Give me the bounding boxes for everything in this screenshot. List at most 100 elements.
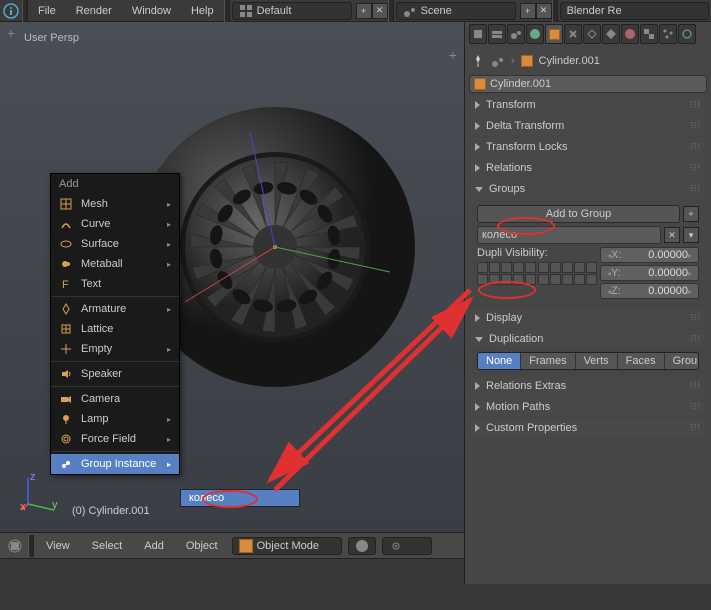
pivot-dropdown[interactable] <box>382 537 432 555</box>
viewport-header: View Select Add Object Object Mode <box>0 532 464 558</box>
menu-file[interactable]: File <box>28 0 66 22</box>
viewport-expand-icon[interactable]: + <box>446 48 460 62</box>
panel-groups[interactable]: Groups፧፧፧ <box>471 180 705 198</box>
object-name-value: Cylinder.001 <box>490 78 551 90</box>
editor-type-icon[interactable] <box>4 535 26 557</box>
dup-tab-verts[interactable]: Verts <box>576 353 618 369</box>
layout-remove-button[interactable]: ✕ <box>372 3 388 19</box>
timeline-placeholder <box>0 558 464 584</box>
add-camera[interactable]: Camera <box>51 389 179 409</box>
breadcrumb: › Cylinder.001 <box>469 50 707 72</box>
add-surface[interactable]: Surface▸ <box>51 234 179 254</box>
dup-tab-frames[interactable]: Frames <box>521 353 575 369</box>
vp-menu-add[interactable]: Add <box>134 535 174 557</box>
submenu-label: колесо <box>189 492 224 504</box>
add-group-instance[interactable]: Group Instance▸ <box>51 454 179 474</box>
svg-text:y: y <box>52 499 58 511</box>
tab-particles-icon[interactable] <box>659 24 677 44</box>
add-empty[interactable]: Empty▸ <box>51 339 179 359</box>
dup-tab-none[interactable]: None <box>478 353 521 369</box>
add-force-field[interactable]: Force Field▸ <box>51 429 179 449</box>
cube-icon <box>239 539 253 553</box>
group-name-field[interactable]: колесо <box>477 226 661 244</box>
unlink-group-button[interactable]: ✕ <box>664 227 680 243</box>
object-name-field[interactable]: Cylinder.001 <box>469 75 707 93</box>
viewport-expand-icon[interactable]: + <box>4 26 18 40</box>
add-group-plus-button[interactable]: + <box>683 206 699 222</box>
engine-dropdown[interactable]: Blender Re <box>560 2 709 20</box>
group-instance-submenu-item[interactable]: колесо <box>180 489 300 507</box>
pin-icon[interactable] <box>471 54 485 68</box>
layout-add-button[interactable]: + <box>356 3 372 19</box>
add-metaball[interactable]: Metaball▸ <box>51 254 179 274</box>
top-menu-bar: File Render Window Help Default +✕ Scene… <box>0 0 711 22</box>
tab-data-icon[interactable] <box>602 24 620 44</box>
add-armature[interactable]: Armature▸ <box>51 299 179 319</box>
scene-icon <box>491 54 505 68</box>
dup-tab-group[interactable]: Group <box>665 353 699 369</box>
tab-scene-icon[interactable] <box>507 24 525 44</box>
tab-physics-icon[interactable] <box>678 24 696 44</box>
duplication-tabs: None Frames Verts Faces Group <box>477 352 699 370</box>
scene-remove-button[interactable]: ✕ <box>536 3 552 19</box>
svg-text:F: F <box>62 279 69 290</box>
tab-constraints-icon[interactable] <box>564 24 582 44</box>
panel-motion-paths[interactable]: Motion Paths፧፧፧ <box>471 398 705 416</box>
cube-icon <box>521 55 533 67</box>
panel-display[interactable]: Display፧፧፧ <box>471 309 705 327</box>
vp-menu-select[interactable]: Select <box>82 535 133 557</box>
tab-object-icon[interactable] <box>545 24 563 44</box>
tab-modifiers-icon[interactable] <box>583 24 601 44</box>
shading-dropdown[interactable] <box>348 537 376 555</box>
menu-help[interactable]: Help <box>181 0 224 22</box>
tab-world-icon[interactable] <box>526 24 544 44</box>
view-persp-label: User Persp <box>24 32 79 44</box>
tab-render-icon[interactable] <box>469 24 487 44</box>
menu-window[interactable]: Window <box>122 0 181 22</box>
vp-menu-view[interactable]: View <box>36 535 80 557</box>
panel-relations-extras[interactable]: Relations Extras፧፧፧ <box>471 377 705 395</box>
add-lattice[interactable]: Lattice <box>51 319 179 339</box>
info-icon[interactable] <box>0 0 22 22</box>
add-text[interactable]: FText <box>51 274 179 294</box>
properties-panel: › Cylinder.001 Cylinder.001 Transform፧፧፧… <box>464 22 711 584</box>
scene-dropdown[interactable]: Scene <box>396 2 516 20</box>
add-curve[interactable]: Curve▸ <box>51 214 179 234</box>
engine-label: Blender Re <box>567 5 622 17</box>
layer-buttons[interactable] <box>477 262 597 285</box>
add-mesh[interactable]: Mesh▸ <box>51 194 179 214</box>
menu-render[interactable]: Render <box>66 0 122 22</box>
active-object-label: (0) Cylinder.001 <box>72 505 150 517</box>
vp-menu-object[interactable]: Object <box>176 535 228 557</box>
scene-add-button[interactable]: + <box>520 3 536 19</box>
cube-icon <box>474 78 486 90</box>
group-offset-x[interactable]: ◂X:0.00000▸ <box>600 247 699 263</box>
axis-gizmo: z y x <box>20 472 60 512</box>
panel-transform-locks[interactable]: Transform Locks፧፧፧ <box>471 138 705 156</box>
tab-layers-icon[interactable] <box>488 24 506 44</box>
properties-tabs <box>469 24 707 46</box>
dup-tab-faces[interactable]: Faces <box>618 353 665 369</box>
tab-texture-icon[interactable] <box>640 24 658 44</box>
breadcrumb-object: Cylinder.001 <box>539 55 600 67</box>
panel-duplication[interactable]: Duplication፧፧፧ <box>471 330 705 348</box>
add-speaker[interactable]: Speaker <box>51 364 179 384</box>
add-menu: Add Mesh▸ Curve▸ Surface▸ Metaball▸ FTex… <box>50 173 180 475</box>
layout-label: Default <box>257 5 292 17</box>
panel-custom-properties[interactable]: Custom Properties፧፧፧ <box>471 419 705 437</box>
group-offset-z[interactable]: ◂Z:0.00000▸ <box>600 283 699 299</box>
add-to-group-button[interactable]: Add to Group <box>477 205 680 223</box>
panel-relations[interactable]: Relations፧፧፧ <box>471 159 705 177</box>
mode-dropdown[interactable]: Object Mode <box>232 537 342 555</box>
add-menu-title: Add <box>51 174 179 194</box>
group-offset-y[interactable]: ◂Y:0.00000▸ <box>600 265 699 281</box>
layout-dropdown[interactable]: Default <box>232 2 352 20</box>
add-lamp[interactable]: Lamp▸ <box>51 409 179 429</box>
panel-delta-transform[interactable]: Delta Transform፧፧፧ <box>471 117 705 135</box>
svg-text:x: x <box>20 501 26 512</box>
svg-text:z: z <box>30 472 36 483</box>
dupli-visibility-label: Dupli Visibility: <box>477 247 597 259</box>
panel-transform[interactable]: Transform፧፧፧ <box>471 96 705 114</box>
tab-material-icon[interactable] <box>621 24 639 44</box>
group-specials-button[interactable]: ▾ <box>683 227 699 243</box>
